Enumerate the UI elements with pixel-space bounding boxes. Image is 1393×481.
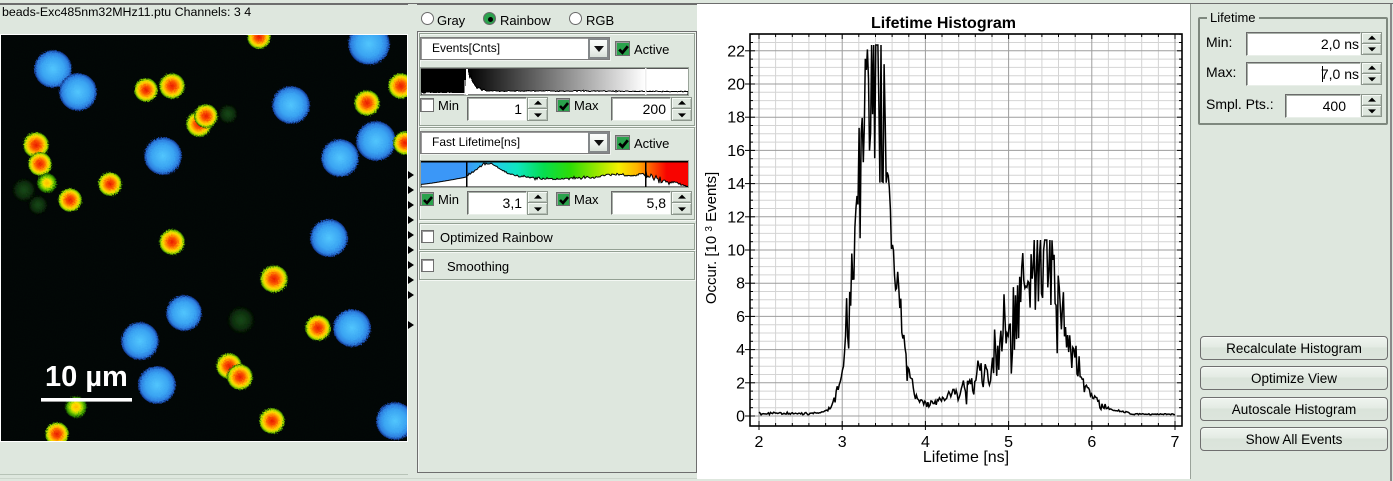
svg-text:4: 4	[736, 342, 745, 359]
svg-text:8: 8	[736, 276, 745, 293]
svg-text:16: 16	[727, 143, 745, 160]
svg-text:6: 6	[1087, 434, 1096, 451]
svg-text:20: 20	[727, 77, 745, 94]
svg-text:2: 2	[736, 375, 745, 392]
svg-text:10 µm: 10 µm	[45, 361, 128, 393]
svg-text:10: 10	[727, 243, 745, 260]
svg-text:6: 6	[736, 309, 745, 326]
svg-text:2: 2	[755, 434, 764, 451]
svg-text:Lifetime Histogram: Lifetime Histogram	[871, 15, 1016, 32]
svg-text:7: 7	[1171, 434, 1180, 451]
svg-text:Lifetime [ns]: Lifetime [ns]	[923, 449, 1009, 466]
svg-text:0: 0	[736, 409, 745, 426]
svg-text:12: 12	[727, 209, 745, 226]
svg-text:3: 3	[838, 434, 847, 451]
svg-text:Occur. [10 3 Events]: Occur. [10 3 Events]	[703, 172, 720, 304]
svg-text:14: 14	[727, 176, 745, 193]
svg-text:22: 22	[727, 43, 745, 60]
svg-text:18: 18	[727, 110, 745, 127]
